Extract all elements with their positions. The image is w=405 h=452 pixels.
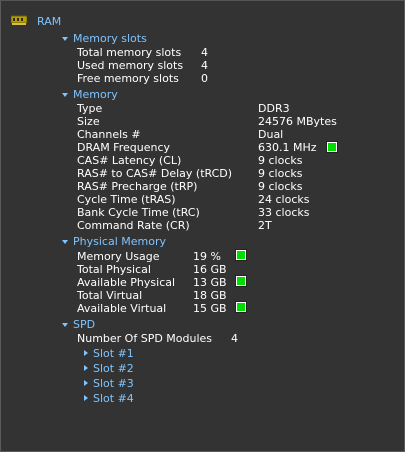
status-indicator-icon	[235, 249, 247, 261]
row-label: Cycle Time (tRAS)	[77, 193, 176, 206]
chevron-down-icon[interactable]	[62, 37, 68, 41]
row-label: RAS# to CAS# Delay (tRCD)	[77, 167, 233, 180]
row-value: 0	[201, 72, 208, 85]
section-physical-memory[interactable]: Physical Memory	[73, 235, 166, 248]
row-value: 9 clocks	[258, 154, 303, 167]
spd-slot-item[interactable]: Slot #2	[93, 362, 134, 375]
chevron-right-icon[interactable]	[84, 350, 88, 356]
row-label: Used memory slots	[77, 59, 184, 72]
status-indicator-icon	[235, 301, 247, 313]
row-value: 24576 MBytes	[258, 115, 337, 128]
spd-slot-item[interactable]: Slot #1	[93, 347, 134, 360]
row-label: Channels #	[77, 128, 141, 141]
row-value: 18 GB	[193, 289, 227, 302]
row-label: Type	[77, 102, 103, 115]
row-label: DRAM Frequency	[77, 141, 171, 154]
row-value: 9 clocks	[258, 180, 303, 193]
row-value: 4	[201, 46, 208, 59]
chevron-down-icon[interactable]	[62, 93, 68, 97]
section-memory[interactable]: Memory	[73, 88, 118, 101]
row-value: 16 GB	[193, 263, 227, 276]
chevron-down-icon[interactable]	[62, 240, 68, 244]
row-value: 4	[201, 59, 208, 72]
row-label: Command Rate (CR)	[77, 219, 190, 232]
row-value: DDR3	[258, 102, 290, 115]
row-label: Free memory slots	[77, 72, 179, 85]
status-indicator-icon	[235, 275, 247, 287]
row-label: CAS# Latency (CL)	[77, 154, 182, 167]
spd-slot-item[interactable]: Slot #3	[93, 377, 134, 390]
status-indicator-icon	[326, 141, 338, 153]
row-value: 13 GB	[193, 276, 227, 289]
row-label: Size	[77, 115, 100, 128]
section-spd[interactable]: SPD	[73, 318, 95, 331]
row-label: Number Of SPD Modules	[77, 332, 213, 345]
section-memory-slots[interactable]: Memory slots	[73, 32, 147, 45]
row-value: Dual	[258, 128, 284, 141]
chevron-right-icon[interactable]	[84, 395, 88, 401]
chevron-right-icon[interactable]	[84, 365, 88, 371]
spd-slot-item[interactable]: Slot #4	[93, 392, 134, 405]
row-label: Available Virtual	[77, 302, 167, 315]
row-label: Bank Cycle Time (tRC)	[77, 206, 200, 219]
row-value: 15 GB	[193, 302, 227, 315]
row-value: 24 clocks	[258, 193, 310, 206]
row-label: Total Virtual	[77, 289, 143, 302]
row-value: 19 %	[193, 250, 221, 263]
row-value: 2T	[258, 219, 272, 232]
row-label: Total Physical	[77, 263, 151, 276]
row-label: Memory Usage	[77, 250, 160, 263]
row-value: 4	[231, 332, 238, 345]
row-label: Available Physical	[77, 276, 176, 289]
row-value: 630.1 MHz	[258, 141, 317, 154]
chevron-right-icon[interactable]	[84, 380, 88, 386]
row-value: 33 clocks	[258, 206, 310, 219]
ram-module-icon	[11, 15, 27, 25]
chevron-down-icon[interactable]	[62, 323, 68, 327]
row-value: 9 clocks	[258, 167, 303, 180]
row-label: RAS# Precharge (tRP)	[77, 180, 198, 193]
ram-root-label[interactable]: RAM	[37, 15, 61, 28]
row-label: Total memory slots	[77, 46, 182, 59]
